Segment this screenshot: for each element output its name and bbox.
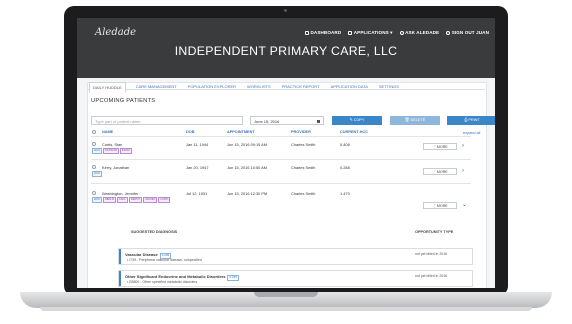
risk-tags: HCC FATIGUE EXAM (92, 148, 132, 154)
diagnosis-code: • E8809 - Other specified metabolic diso… (127, 280, 198, 284)
top-nav: DASHBOARD APPLICATIONS ▾ ASK ALEDADE SIG… (304, 30, 489, 36)
more-button[interactable]: ⋮ MORE (423, 202, 457, 209)
tag: ANXIET (143, 197, 158, 203)
appointment-time: Jun 15, 2016 12:30 PM (227, 191, 268, 196)
tab-application-data[interactable]: APPLICATION DATA (330, 82, 369, 93)
accent-bar (119, 249, 121, 264)
tag: COPD (158, 197, 171, 203)
header-divider (91, 136, 471, 137)
section-title: UPCOMING PATIENTS (91, 98, 156, 104)
tab-daily-huddle[interactable]: DAILY HUDDLE (89, 82, 126, 93)
calendar-icon (316, 119, 320, 123)
tab-settings[interactable]: SETTINGS (378, 82, 400, 93)
hcc-score: 0.406 (340, 142, 350, 147)
diagnosis-card[interactable]: Other Significant Endocrine and Metaboli… (118, 270, 473, 287)
nav-dashboard[interactable]: DASHBOARD (304, 30, 341, 36)
patient-name[interactable]: Washington, Jennifer (102, 191, 138, 196)
grid-icon (348, 30, 353, 35)
tab-care-management[interactable]: CARE MANAGEMENT (135, 82, 178, 93)
col-provider[interactable]: PROVIDER (291, 130, 311, 134)
date-picker[interactable]: June 15, 2016 (250, 116, 324, 125)
nav-applications[interactable]: APPLICATIONS ▾ (348, 30, 392, 36)
accent-bar (119, 271, 121, 286)
tag: EXAM (119, 148, 132, 154)
appointment-time: Jun 15, 2016 09:15 AM (227, 142, 268, 147)
nav-sign-out[interactable]: SIGN OUT JUAN (446, 30, 489, 36)
laptop-notch (254, 292, 318, 297)
row-checkbox[interactable] (92, 142, 96, 146)
delete-button[interactable]: 🗑 DELETE (390, 116, 440, 125)
col-dob[interactable]: DOB (186, 130, 194, 134)
appointment-time: Jun 15, 2016 10:50 AM (227, 165, 268, 170)
provider-name: Charles Smith (291, 191, 316, 196)
tag: HCC (92, 197, 103, 203)
chevron-right-icon[interactable]: › (462, 168, 464, 174)
opportunity-status: not yet billed in 2016 (415, 252, 448, 256)
patient-dob: Jul 12, 1931 (186, 191, 208, 196)
hcc-score: 1.470 (340, 191, 350, 196)
patient-dob: Jan 20, 1947 (186, 165, 209, 170)
diagnosis-code: • I739 - Peripheral vascular disease, un… (127, 258, 202, 262)
risk-tags: HCC (92, 171, 103, 177)
row-divider (91, 159, 471, 160)
hcc-badge: 0.245 (227, 275, 239, 281)
tag: DEPCT (128, 197, 143, 203)
tag: HCC (92, 171, 103, 177)
app-screen: Aledade DASHBOARD APPLICATIONS ▾ ASK ALE… (77, 18, 495, 288)
tab-practice-report[interactable]: PRACTICE REPORT (281, 82, 321, 93)
chevron-down-icon[interactable]: ⌄ (462, 202, 467, 208)
hcc-score: 0.288 (340, 165, 350, 170)
patient-name[interactable]: Kerry, Jonathan (102, 165, 129, 170)
col-name[interactable]: NAME (102, 130, 113, 134)
dashboard-icon (304, 30, 309, 35)
tab-worklists[interactable]: WORKLISTS (246, 82, 272, 93)
provider-name: Charles Smith (291, 142, 316, 147)
provider-name: Charles Smith (291, 165, 316, 170)
col-current-hcc[interactable]: CURRENT HCC (340, 130, 368, 134)
expand-all-link[interactable]: expand all (463, 131, 480, 135)
tag: MED-R (103, 197, 117, 203)
row-checkbox[interactable] (92, 165, 96, 169)
col-appointment[interactable]: APPOINTMENT (227, 130, 255, 134)
row-checkbox[interactable] (92, 191, 96, 195)
patient-search-input[interactable]: Type part of patient name. (91, 116, 243, 125)
more-button[interactable]: ⋮ MORE (423, 143, 457, 150)
signout-icon (446, 30, 451, 35)
risk-tags: HCC MED-R FALL DEPCT ANXIET COPD (92, 197, 171, 203)
copy-button[interactable]: ✎ COPY (332, 116, 382, 125)
tag: FALL (117, 197, 128, 203)
top-header: Aledade DASHBOARD APPLICATIONS ▾ ASK ALE… (77, 18, 495, 78)
webcam (284, 9, 287, 12)
help-icon (399, 30, 404, 35)
page-title: INDEPENDENT PRIMARY CARE, LLC (174, 44, 398, 58)
tag: HCC (92, 148, 103, 154)
chevron-right-icon[interactable]: › (462, 143, 464, 149)
diagnosis-card[interactable]: Vascular Disease 0.299 • I739 - Periphera… (118, 248, 473, 265)
nav-ask-aledade[interactable]: ASK ALEDADE (399, 30, 440, 36)
aledade-logo[interactable]: Aledade (95, 27, 136, 38)
suggested-diagnosis-header: SUGGESTED DIAGNOSIS (131, 230, 178, 234)
tag: FATIGUE (103, 148, 119, 154)
opportunity-status: not yet billed in 2016 (415, 274, 448, 278)
patient-dob: Jan 11, 1944 (186, 142, 209, 147)
row-divider (91, 183, 471, 184)
opportunity-type-header: OPPORTUNITY TYPE (415, 230, 454, 234)
print-button[interactable]: ⎙ PRINT (447, 116, 495, 125)
tab-bar: DAILY HUDDLE CARE MANAGEMENT POPULATION … (89, 82, 400, 93)
laptop-shadow (40, 307, 532, 311)
select-all-checkbox[interactable] (92, 130, 96, 134)
more-button[interactable]: ⋮ MORE (423, 168, 457, 175)
patient-name[interactable]: Curtis, Stan (102, 142, 122, 147)
tab-population-explorer[interactable]: POPULATION EXPLORER (187, 82, 237, 93)
